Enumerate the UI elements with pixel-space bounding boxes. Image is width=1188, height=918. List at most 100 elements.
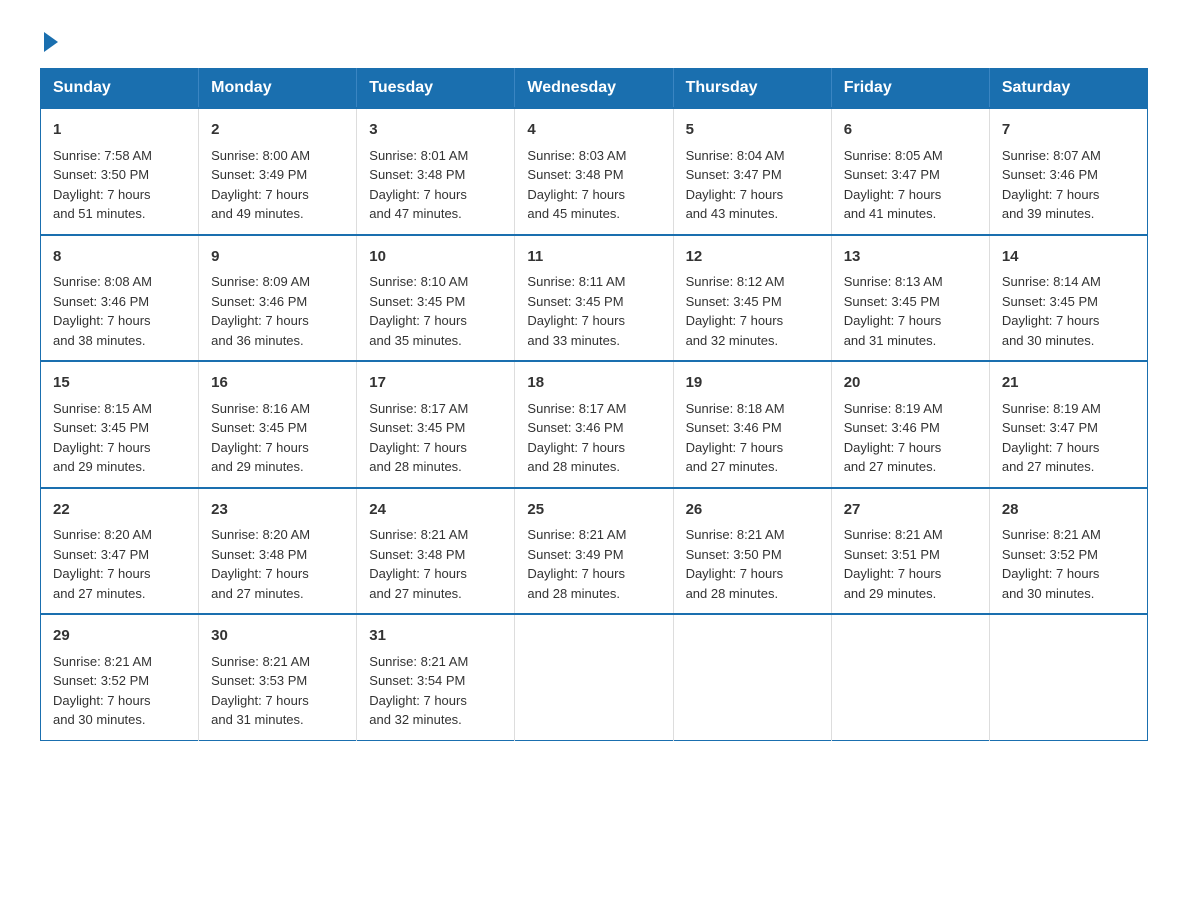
logo xyxy=(40,30,58,48)
day-number: 11 xyxy=(527,246,660,269)
day-number: 16 xyxy=(211,372,344,395)
calendar-cell: 22 Sunrise: 8:20 AMSunset: 3:47 PMDayligh… xyxy=(41,488,199,615)
calendar-cell: 25 Sunrise: 8:21 AMSunset: 3:49 PMDayligh… xyxy=(515,488,673,615)
calendar-week-row: 15 Sunrise: 8:15 AMSunset: 3:45 PMDayligh… xyxy=(41,361,1148,488)
day-number: 15 xyxy=(53,372,186,395)
calendar-header-monday: Monday xyxy=(199,69,357,109)
calendar-cell xyxy=(831,614,989,740)
day-number: 28 xyxy=(1002,499,1135,522)
day-info: Sunrise: 8:13 AMSunset: 3:45 PMDaylight:… xyxy=(844,274,943,348)
day-number: 25 xyxy=(527,499,660,522)
calendar-week-row: 1 Sunrise: 7:58 AMSunset: 3:50 PMDaylight… xyxy=(41,108,1148,235)
day-number: 31 xyxy=(369,625,502,648)
day-number: 29 xyxy=(53,625,186,648)
day-info: Sunrise: 8:17 AMSunset: 3:45 PMDaylight:… xyxy=(369,401,468,475)
logo-arrow-icon xyxy=(44,32,58,52)
day-info: Sunrise: 8:08 AMSunset: 3:46 PMDaylight:… xyxy=(53,274,152,348)
day-number: 24 xyxy=(369,499,502,522)
calendar-table: SundayMondayTuesdayWednesdayThursdayFrid… xyxy=(40,68,1148,741)
calendar-cell: 29Sunrise: 8:21 AMSunset: 3:52 PMDayligh… xyxy=(41,614,199,740)
calendar-cell: 6 Sunrise: 8:05 AMSunset: 3:47 PMDaylight… xyxy=(831,108,989,235)
day-number: 23 xyxy=(211,499,344,522)
day-info: Sunrise: 8:12 AMSunset: 3:45 PMDaylight:… xyxy=(686,274,785,348)
calendar-cell: 13Sunrise: 8:13 AMSunset: 3:45 PMDayligh… xyxy=(831,235,989,362)
calendar-cell: 15 Sunrise: 8:15 AMSunset: 3:45 PMDayligh… xyxy=(41,361,199,488)
day-number: 5 xyxy=(686,119,819,142)
day-number: 4 xyxy=(527,119,660,142)
calendar-cell: 7 Sunrise: 8:07 AMSunset: 3:46 PMDaylight… xyxy=(989,108,1147,235)
calendar-header-wednesday: Wednesday xyxy=(515,69,673,109)
calendar-cell xyxy=(673,614,831,740)
calendar-header-saturday: Saturday xyxy=(989,69,1147,109)
day-number: 2 xyxy=(211,119,344,142)
day-info: Sunrise: 8:15 AMSunset: 3:45 PMDaylight:… xyxy=(53,401,152,475)
day-info: Sunrise: 8:20 AMSunset: 3:47 PMDaylight:… xyxy=(53,527,152,601)
day-info: Sunrise: 8:01 AMSunset: 3:48 PMDaylight:… xyxy=(369,148,468,222)
day-number: 20 xyxy=(844,372,977,395)
day-info: Sunrise: 8:00 AMSunset: 3:49 PMDaylight:… xyxy=(211,148,310,222)
calendar-cell xyxy=(515,614,673,740)
calendar-cell: 1 Sunrise: 7:58 AMSunset: 3:50 PMDaylight… xyxy=(41,108,199,235)
day-number: 10 xyxy=(369,246,502,269)
day-info: Sunrise: 8:21 AMSunset: 3:53 PMDaylight:… xyxy=(211,654,310,728)
day-number: 9 xyxy=(211,246,344,269)
day-number: 7 xyxy=(1002,119,1135,142)
calendar-header-row: SundayMondayTuesdayWednesdayThursdayFrid… xyxy=(41,69,1148,109)
day-info: Sunrise: 8:07 AMSunset: 3:46 PMDaylight:… xyxy=(1002,148,1101,222)
day-info: Sunrise: 8:21 AMSunset: 3:52 PMDaylight:… xyxy=(1002,527,1101,601)
day-info: Sunrise: 8:21 AMSunset: 3:54 PMDaylight:… xyxy=(369,654,468,728)
calendar-cell: 21 Sunrise: 8:19 AMSunset: 3:47 PMDayligh… xyxy=(989,361,1147,488)
calendar-cell: 17 Sunrise: 8:17 AMSunset: 3:45 PMDayligh… xyxy=(357,361,515,488)
day-number: 3 xyxy=(369,119,502,142)
day-number: 6 xyxy=(844,119,977,142)
day-info: Sunrise: 8:18 AMSunset: 3:46 PMDaylight:… xyxy=(686,401,785,475)
day-number: 18 xyxy=(527,372,660,395)
calendar-cell: 31 Sunrise: 8:21 AMSunset: 3:54 PMDayligh… xyxy=(357,614,515,740)
calendar-cell: 24Sunrise: 8:21 AMSunset: 3:48 PMDayligh… xyxy=(357,488,515,615)
calendar-cell: 12Sunrise: 8:12 AMSunset: 3:45 PMDayligh… xyxy=(673,235,831,362)
day-info: Sunrise: 8:05 AMSunset: 3:47 PMDaylight:… xyxy=(844,148,943,222)
day-number: 19 xyxy=(686,372,819,395)
day-number: 8 xyxy=(53,246,186,269)
day-info: Sunrise: 8:03 AMSunset: 3:48 PMDaylight:… xyxy=(527,148,626,222)
calendar-cell: 28 Sunrise: 8:21 AMSunset: 3:52 PMDayligh… xyxy=(989,488,1147,615)
calendar-cell: 18Sunrise: 8:17 AMSunset: 3:46 PMDayligh… xyxy=(515,361,673,488)
calendar-cell: 16 Sunrise: 8:16 AMSunset: 3:45 PMDayligh… xyxy=(199,361,357,488)
day-info: Sunrise: 7:58 AMSunset: 3:50 PMDaylight:… xyxy=(53,148,152,222)
day-number: 14 xyxy=(1002,246,1135,269)
day-info: Sunrise: 8:19 AMSunset: 3:46 PMDaylight:… xyxy=(844,401,943,475)
calendar-cell: 9 Sunrise: 8:09 AMSunset: 3:46 PMDaylight… xyxy=(199,235,357,362)
day-info: Sunrise: 8:11 AMSunset: 3:45 PMDaylight:… xyxy=(527,274,625,348)
day-number: 27 xyxy=(844,499,977,522)
calendar-cell xyxy=(989,614,1147,740)
calendar-week-row: 8 Sunrise: 8:08 AMSunset: 3:46 PMDaylight… xyxy=(41,235,1148,362)
day-info: Sunrise: 8:16 AMSunset: 3:45 PMDaylight:… xyxy=(211,401,310,475)
calendar-cell: 27 Sunrise: 8:21 AMSunset: 3:51 PMDayligh… xyxy=(831,488,989,615)
day-info: Sunrise: 8:04 AMSunset: 3:47 PMDaylight:… xyxy=(686,148,785,222)
day-info: Sunrise: 8:09 AMSunset: 3:46 PMDaylight:… xyxy=(211,274,310,348)
calendar-cell: 14 Sunrise: 8:14 AMSunset: 3:45 PMDayligh… xyxy=(989,235,1147,362)
day-info: Sunrise: 8:10 AMSunset: 3:45 PMDaylight:… xyxy=(369,274,468,348)
day-number: 30 xyxy=(211,625,344,648)
calendar-cell: 8 Sunrise: 8:08 AMSunset: 3:46 PMDaylight… xyxy=(41,235,199,362)
calendar-cell: 11 Sunrise: 8:11 AMSunset: 3:45 PMDayligh… xyxy=(515,235,673,362)
calendar-cell: 5 Sunrise: 8:04 AMSunset: 3:47 PMDaylight… xyxy=(673,108,831,235)
day-info: Sunrise: 8:20 AMSunset: 3:48 PMDaylight:… xyxy=(211,527,310,601)
calendar-cell: 2 Sunrise: 8:00 AMSunset: 3:49 PMDaylight… xyxy=(199,108,357,235)
calendar-header-sunday: Sunday xyxy=(41,69,199,109)
day-number: 1 xyxy=(53,119,186,142)
day-info: Sunrise: 8:14 AMSunset: 3:45 PMDaylight:… xyxy=(1002,274,1101,348)
day-number: 21 xyxy=(1002,372,1135,395)
day-info: Sunrise: 8:21 AMSunset: 3:49 PMDaylight:… xyxy=(527,527,626,601)
day-info: Sunrise: 8:21 AMSunset: 3:51 PMDaylight:… xyxy=(844,527,943,601)
calendar-header-friday: Friday xyxy=(831,69,989,109)
calendar-cell: 10 Sunrise: 8:10 AMSunset: 3:45 PMDayligh… xyxy=(357,235,515,362)
calendar-cell: 19 Sunrise: 8:18 AMSunset: 3:46 PMDayligh… xyxy=(673,361,831,488)
day-number: 22 xyxy=(53,499,186,522)
calendar-cell: 30 Sunrise: 8:21 AMSunset: 3:53 PMDayligh… xyxy=(199,614,357,740)
day-number: 17 xyxy=(369,372,502,395)
calendar-header-tuesday: Tuesday xyxy=(357,69,515,109)
day-info: Sunrise: 8:19 AMSunset: 3:47 PMDaylight:… xyxy=(1002,401,1101,475)
day-number: 26 xyxy=(686,499,819,522)
calendar-cell: 3 Sunrise: 8:01 AMSunset: 3:48 PMDaylight… xyxy=(357,108,515,235)
